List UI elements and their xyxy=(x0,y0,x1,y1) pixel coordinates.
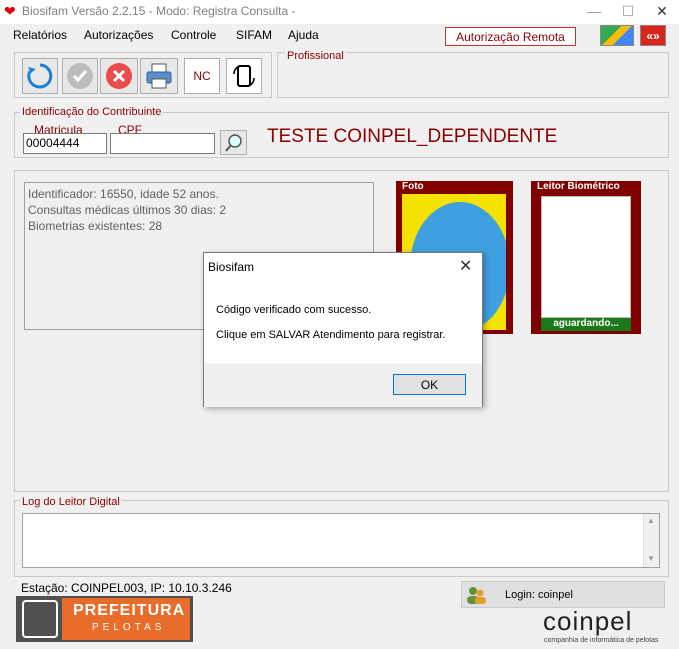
dialog-title: Biosifam xyxy=(208,260,255,274)
login-text: Login: coinpel xyxy=(505,589,573,601)
scroll-down-icon[interactable]: ▼ xyxy=(647,554,655,563)
info-line-identifier: Identificador: 16550, idade 52 anos. xyxy=(28,187,219,201)
leitor-frame: Leitor Biométrico aguardando... xyxy=(531,181,641,334)
fingerprint-area xyxy=(541,196,631,318)
cpf-input[interactable] xyxy=(110,133,215,154)
maximize-button[interactable]: ☐ xyxy=(611,0,645,22)
title-bar: ❤ Biosifam Versão 2.2.15 - Modo: Registr… xyxy=(0,0,679,24)
device-button[interactable] xyxy=(226,58,262,94)
printer-icon xyxy=(146,63,172,89)
exit-icon[interactable]: «» xyxy=(640,25,666,46)
leitor-label: Leitor Biométrico xyxy=(537,181,620,192)
coinpel-logo: coinpel xyxy=(543,606,633,636)
dialog-message-2: Clique em SALVAR Atendimento para regist… xyxy=(216,329,446,341)
info-line-consultas: Consultas médicas últimos 30 dias: 2 xyxy=(28,203,227,217)
dialog-footer: OK xyxy=(204,363,482,407)
users-icon xyxy=(465,585,486,605)
cancel-icon xyxy=(106,63,132,89)
log-textbox[interactable] xyxy=(22,513,660,568)
dialog-close-icon[interactable]: ✕ xyxy=(459,256,472,276)
menu-autorizacoes[interactable]: Autorizações xyxy=(84,28,153,42)
window-title: Biosifam Versão 2.2.15 - Modo: Registra … xyxy=(22,4,296,18)
leitor-status: aguardando... xyxy=(541,318,631,331)
app-heart-icon: ❤ xyxy=(4,3,16,19)
coat-of-arms-icon xyxy=(22,600,58,638)
minimize-button[interactable]: — xyxy=(577,0,611,22)
scroll-up-icon[interactable]: ▲ xyxy=(647,516,655,525)
info-line-biometrias: Biometrias existentes: 28 xyxy=(28,219,163,233)
prefeitura-text: PREFEITURA xyxy=(73,602,186,619)
menu-sifam[interactable]: SIFAM xyxy=(236,28,272,42)
menu-ajuda[interactable]: Ajuda xyxy=(288,28,319,42)
search-icon xyxy=(224,133,242,152)
prefeitura-logo: PREFEITURA PELOTAS xyxy=(16,596,193,642)
close-window-button[interactable]: ✕ xyxy=(645,0,679,22)
menu-relatorios[interactable]: Relatórios xyxy=(13,28,67,42)
contribuinte-group-label: Identificação do Contribuinte xyxy=(20,106,164,118)
dialog-message-1: Código verificado com sucesso. xyxy=(216,304,372,316)
cancel-button[interactable] xyxy=(100,58,138,94)
phone-sync-icon xyxy=(233,65,255,87)
pelotas-text: PELOTAS xyxy=(92,622,166,633)
remote-authorization-button[interactable]: Autorização Remota xyxy=(445,27,576,46)
menu-controle[interactable]: Controle xyxy=(171,28,216,42)
refresh-icon xyxy=(27,63,53,89)
contributor-name: TESTE COINPEL_DEPENDENTE xyxy=(267,126,558,147)
login-panel: Login: coinpel xyxy=(461,581,665,608)
nc-button[interactable]: NC xyxy=(184,58,220,94)
ok-button[interactable]: OK xyxy=(393,374,466,395)
coinpel-subtitle: companhia de informática de pelotas xyxy=(544,637,659,644)
station-info: Estação: COINPEL003, IP: 10.10.3.246 xyxy=(21,581,232,595)
confirm-button[interactable] xyxy=(62,58,98,94)
refresh-button[interactable] xyxy=(22,58,58,94)
search-button[interactable] xyxy=(220,130,247,155)
print-button[interactable] xyxy=(140,58,178,94)
log-scrollbar[interactable]: ▲ ▼ xyxy=(643,514,659,567)
profissional-label: Profissional xyxy=(285,50,346,62)
check-icon xyxy=(67,63,93,89)
prefeitura-banner: PREFEITURA PELOTAS xyxy=(62,598,190,640)
matricula-input[interactable]: 00004444 xyxy=(23,133,107,154)
message-dialog: Biosifam ✕ Código verificado com sucesso… xyxy=(203,252,483,407)
foto-label: Foto xyxy=(402,181,424,192)
log-label: Log do Leitor Digital xyxy=(20,496,122,508)
maps-icon[interactable] xyxy=(600,25,634,46)
